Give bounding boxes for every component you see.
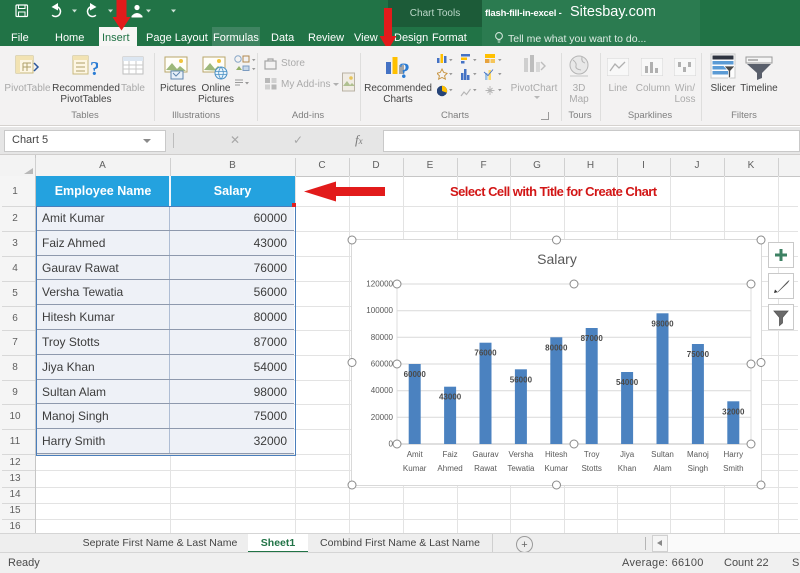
- svg-text:Manoj: Manoj: [687, 450, 709, 459]
- svg-text:Jiya: Jiya: [620, 450, 635, 459]
- svg-text:32000: 32000: [722, 407, 745, 416]
- svg-text:56000: 56000: [510, 375, 533, 384]
- svg-text:Sultan: Sultan: [651, 450, 674, 459]
- svg-text:43000: 43000: [439, 393, 462, 402]
- svg-text:120000: 120000: [366, 280, 393, 289]
- svg-text:Amit: Amit: [407, 450, 424, 459]
- svg-text:60000: 60000: [404, 370, 427, 379]
- svg-text:Smith: Smith: [723, 464, 743, 473]
- svg-text:Harry: Harry: [724, 450, 744, 459]
- svg-text:Ahmed: Ahmed: [437, 464, 462, 473]
- svg-text:98000: 98000: [651, 319, 674, 328]
- svg-text:?: ?: [399, 58, 410, 81]
- svg-text:87000: 87000: [581, 334, 604, 343]
- svg-text:60000: 60000: [371, 360, 394, 369]
- svg-text:Kumar: Kumar: [545, 464, 569, 473]
- svg-text:Stotts: Stotts: [581, 464, 601, 473]
- svg-text:40000: 40000: [371, 386, 394, 395]
- svg-text:20000: 20000: [371, 413, 394, 422]
- svg-text:Gaurav: Gaurav: [472, 450, 498, 459]
- svg-text:Tewatia: Tewatia: [507, 464, 535, 473]
- svg-text:54000: 54000: [616, 378, 639, 387]
- svg-text:Alam: Alam: [653, 464, 672, 473]
- svg-text:Hitesh: Hitesh: [545, 450, 568, 459]
- svg-text:Kumar: Kumar: [403, 464, 427, 473]
- svg-text:76000: 76000: [474, 349, 497, 358]
- svg-text:Salary: Salary: [537, 251, 577, 267]
- svg-text:75000: 75000: [687, 350, 710, 359]
- svg-text:Versha: Versha: [508, 450, 533, 459]
- svg-text:Khan: Khan: [618, 464, 637, 473]
- svg-text:80000: 80000: [545, 343, 568, 352]
- svg-text:Faiz: Faiz: [443, 450, 458, 459]
- svg-text:?: ?: [90, 58, 98, 80]
- svg-text:Rawat: Rawat: [474, 464, 497, 473]
- svg-text:80000: 80000: [371, 333, 394, 342]
- svg-text:Troy: Troy: [584, 450, 600, 459]
- svg-text:100000: 100000: [366, 306, 393, 315]
- svg-text:Singh: Singh: [688, 464, 708, 473]
